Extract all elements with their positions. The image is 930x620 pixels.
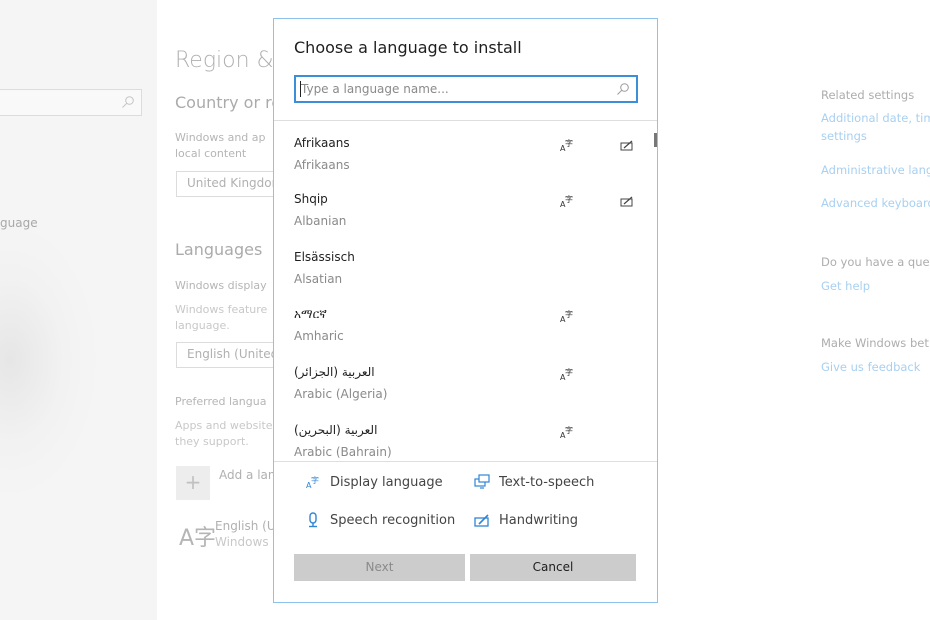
text-cursor (300, 81, 301, 97)
nav-item-language[interactable]: guage (0, 216, 38, 230)
language-native-name: العربية (البحرين) (294, 423, 378, 437)
language-english-name: Arabic (Bahrain) (294, 445, 392, 459)
windows-features-desc: Windows feature language. (175, 302, 267, 334)
country-desc-line1: Windows and ap (175, 131, 266, 144)
page-title: Region & (175, 48, 274, 73)
display-language-icon: A字 (560, 425, 573, 439)
preferred-desc-line1: Apps and website (175, 419, 273, 432)
legend-label: Speech recognition (330, 512, 456, 528)
language-item-alsatian[interactable]: Elsässisch Alsatian (294, 243, 634, 301)
divider-top (274, 120, 657, 121)
svg-text:字: 字 (565, 309, 573, 319)
link-additional-date-time-cont[interactable]: settings (821, 129, 867, 143)
language-icon: A字 (179, 526, 217, 551)
installed-language-name[interactable]: English (U (215, 519, 276, 533)
language-native-name: አማርኛ (294, 307, 327, 321)
windows-features-line2: language. (175, 319, 230, 332)
add-language-button[interactable]: + (176, 466, 210, 500)
next-button[interactable]: Next (294, 554, 465, 581)
search-icon (122, 96, 134, 108)
dialog-title: Choose a language to install (294, 38, 522, 57)
svg-text:字: 字 (565, 194, 573, 204)
nav-pane: guage (0, 0, 157, 620)
windows-display-label: Windows display (175, 279, 267, 292)
add-language-label[interactable]: Add a lan (219, 468, 276, 482)
display-language-icon: A字 (560, 194, 573, 208)
settings-search-box[interactable] (0, 89, 142, 116)
language-english-name: Alsatian (294, 272, 343, 286)
svg-text:字: 字 (565, 367, 573, 377)
legend-handwriting: Handwriting (474, 512, 578, 528)
legend-label: Display language (330, 474, 443, 490)
languages-heading: Languages (175, 240, 263, 259)
display-language-dropdown[interactable]: English (United (176, 342, 276, 368)
choose-language-dialog: Choose a language to install Afrikaans A… (273, 18, 658, 603)
language-item-albanian[interactable]: Shqip Albanian A字 (294, 185, 634, 243)
language-native-name: العربية (الجزائر) (294, 365, 375, 379)
language-search-input[interactable] (296, 77, 596, 101)
display-language-icon: A字 (560, 138, 573, 152)
list-scrollbar-thumb[interactable] (654, 133, 657, 147)
preferred-desc-line2: they support. (175, 435, 249, 448)
display-language-icon: A字 (306, 475, 319, 490)
language-item-amharic[interactable]: አማርኛ Amharic A字 (294, 300, 634, 358)
svg-text:字: 字 (311, 475, 319, 485)
preferred-languages-desc: Apps and website they support. (175, 418, 273, 450)
language-native-name: Afrikaans (294, 136, 350, 150)
svg-text:字: 字 (565, 425, 573, 435)
give-feedback-link[interactable]: Give us feedback (821, 360, 920, 374)
display-language-icon: A字 (560, 367, 573, 381)
text-to-speech-icon (474, 474, 490, 489)
display-language-icon: A字 (560, 309, 573, 323)
language-item-arabic-bahrain[interactable]: العربية (البحرين) Arabic (Bahrain) A字 (294, 416, 634, 460)
country-desc: Windows and ap local content (175, 130, 266, 162)
get-help-link[interactable]: Get help (821, 279, 870, 293)
language-english-name: Arabic (Algeria) (294, 387, 388, 401)
legend-label: Handwriting (499, 512, 579, 528)
question-heading: Do you have a ques (821, 255, 930, 269)
country-desc-line2: local content (175, 147, 247, 160)
link-advanced-keyboard[interactable]: Advanced keyboard (821, 196, 930, 210)
language-english-name: Afrikaans (294, 158, 350, 172)
link-administrative-language[interactable]: Administrative lang (821, 163, 930, 177)
related-settings-heading: Related settings (821, 88, 915, 102)
legend-text-to-speech: Text-to-speech (474, 474, 594, 490)
search-icon (617, 83, 629, 95)
link-additional-date-time[interactable]: Additional date, tim (821, 111, 930, 125)
country-heading: Country or re (175, 93, 282, 112)
language-search-box[interactable] (294, 75, 638, 103)
handwriting-icon (474, 514, 489, 527)
country-dropdown[interactable]: United Kingdon (176, 171, 276, 197)
legend-display-language: A字 Display language (305, 474, 443, 491)
handwriting-icon (620, 140, 633, 151)
language-list[interactable]: Afrikaans Afrikaans A字 Shqip Albanian A字… (274, 123, 657, 460)
handwriting-icon (620, 196, 633, 207)
language-item-afrikaans[interactable]: Afrikaans Afrikaans A字 (294, 129, 634, 187)
legend-speech-recognition: Speech recognition (305, 512, 455, 528)
windows-features-line1: Windows feature (175, 303, 268, 316)
language-native-name: Elsässisch (294, 250, 355, 264)
microphone-icon (309, 512, 317, 528)
svg-text:字: 字 (565, 138, 573, 148)
preferred-languages-label: Preferred langua (175, 395, 267, 408)
divider-bottom (274, 461, 657, 462)
installed-language-sub: Windows (215, 535, 269, 549)
cancel-button[interactable]: Cancel (470, 554, 636, 581)
language-english-name: Amharic (294, 329, 344, 343)
legend-label: Text-to-speech (499, 474, 595, 490)
language-native-name: Shqip (294, 192, 328, 206)
language-english-name: Albanian (294, 214, 347, 228)
language-item-arabic-algeria[interactable]: العربية (الجزائر) Arabic (Algeria) A字 (294, 358, 634, 416)
feedback-heading: Make Windows bet (821, 336, 929, 350)
